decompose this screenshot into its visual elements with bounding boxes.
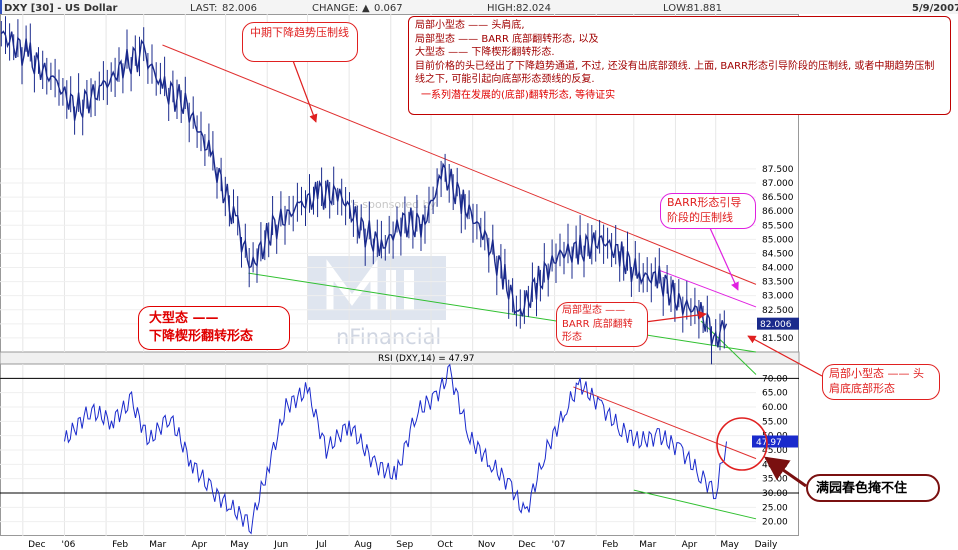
annotation-barr-lead-text: BARR形态引导阶段的压制线	[667, 196, 742, 224]
annotation-top-box: 局部小型态 —— 头肩底, 局部型态 —— BARR 底部翻转形态, 以及 大型…	[408, 16, 951, 115]
x-tick-label-8: Aug	[354, 540, 372, 550]
x-tick-label-7: Jul	[315, 540, 327, 550]
price-y-tick-8: 85.500	[762, 221, 794, 231]
annotation-local-pattern: 局部型态 —— BARR 底部翻转形态	[556, 302, 648, 347]
x-tick-label-18: Daily	[755, 540, 778, 550]
header-last-label: LAST:	[190, 3, 217, 14]
annotation-barr-lead: BARR形态引导阶段的压制线	[660, 193, 756, 229]
annotation-top-line-4: 目前价格的头已经出了下降趋势通道, 不过, 还没有出底部颈线. 上面, BARR…	[415, 60, 935, 86]
trendline-rsi-support	[633, 489, 757, 520]
rsi-y-tick-9: 65.00	[762, 389, 788, 399]
annotation-top-line-2: 局部型态 —— BARR 底部翻转形态, 以及	[415, 33, 599, 45]
x-tick-label-14: Feb	[602, 540, 618, 550]
price-y-tick-4: 83.500	[762, 278, 794, 288]
rsi-y-tick-7: 55.00	[762, 417, 788, 427]
x-tick-label-17: May	[720, 540, 739, 550]
rsi-y-tick-8: 60.00	[762, 403, 788, 413]
header-change-arrow: ▲	[362, 3, 370, 14]
x-tick-label-2: Feb	[112, 540, 128, 550]
x-tick-label-13: '07	[552, 540, 566, 550]
price-y-tick-2: 82.500	[762, 306, 794, 316]
x-tick-label-15: Mar	[639, 540, 656, 550]
header-change-label: CHANGE:	[312, 3, 358, 14]
annotation-big-pattern-line1: 大型态 ——	[149, 311, 219, 326]
header-symbol: DXY [30] - US Dollar	[4, 3, 117, 14]
rsi-last-value-label: 47.97	[756, 438, 782, 448]
trendline-local-support	[700, 320, 757, 375]
x-tick-label-11: Nov	[478, 540, 496, 550]
price-y-tick-7: 85.000	[762, 235, 794, 245]
header-high-label: HIGH:	[487, 3, 516, 14]
x-tick-label-5: May	[230, 540, 249, 550]
x-tick-label-4: Apr	[192, 540, 208, 550]
annotation-big-pattern-line2: 下降楔形翻转形态	[149, 328, 254, 344]
header-change-value: 0.067	[374, 3, 403, 14]
price-y-tick-6: 84.500	[762, 249, 794, 259]
annotation-top-line-5: 一系列潜在发展的(底部)翻转形态, 等待证实	[421, 89, 616, 101]
annotation-top-line-3: 大型态 —— 下降楔形翻转形态.	[415, 47, 555, 58]
price-y-tick-11: 87.000	[762, 179, 794, 189]
price-y-tick-5: 84.000	[762, 264, 794, 274]
rsi-y-tick-3: 35.00	[762, 475, 788, 485]
watermark-text: 's sponsored by	[350, 198, 437, 211]
x-tick-label-10: Oct	[437, 540, 453, 550]
annotation-rsi-note-text: 满园春色掩不住	[816, 481, 908, 496]
annotation-local-small-text: 局部小型态 —— 头肩底底部形态	[829, 367, 924, 395]
price-y-tick-12: 87.500	[762, 165, 794, 175]
x-tick-label-6: Jun	[273, 540, 288, 550]
header-low-label: LOW:	[663, 3, 689, 14]
price-last-value-label: 82.006	[760, 320, 792, 330]
mid-trend-arrow	[291, 57, 318, 123]
x-tick-label-16: Apr	[682, 540, 698, 550]
annotation-local-small: 局部小型态 —— 头肩底底部形态	[822, 364, 940, 400]
annotation-mid-trend-text: 中期下降趋势压制线	[250, 26, 349, 39]
annotation-rsi-note: 满园春色掩不住	[806, 474, 940, 502]
header-date: 5/9/2007	[912, 3, 958, 14]
header-low-value: 81.881	[687, 3, 722, 14]
annotation-local-pattern-text: 局部型态 —— BARR 底部翻转形态	[562, 305, 633, 343]
x-tick-label-3: Mar	[149, 540, 166, 550]
price-y-tick-9: 86.000	[762, 207, 794, 217]
x-tick-label-9: Sep	[396, 540, 413, 550]
rsi-y-tick-10: 70.00	[762, 374, 788, 384]
annotation-mid-trend: 中期下降趋势压制线	[242, 22, 358, 62]
price-y-tick-3: 83.000	[762, 292, 794, 302]
annotation-big-pattern: 大型态 —— 下降楔形翻转形态	[138, 306, 290, 350]
rsi-series-line	[64, 363, 727, 535]
price-y-tick-10: 86.500	[762, 193, 794, 203]
watermark-logo	[308, 256, 446, 320]
price-y-tick-0: 81.500	[762, 334, 794, 344]
rsi-y-tick-1: 25.00	[762, 503, 788, 513]
x-tick-label-1: '06	[61, 540, 75, 550]
annotation-top-line-1: 局部小型态 —— 头肩底,	[415, 20, 525, 31]
rsi-y-tick-0: 20.00	[762, 518, 788, 528]
header-high-value: 82.024	[516, 3, 551, 14]
barr-lead-arrow	[709, 227, 739, 291]
rsi-title: RSI (DXY,14) = 47.97	[378, 354, 474, 364]
header-bar	[0, 0, 958, 14]
x-tick-label-0: Dec	[28, 540, 45, 550]
header-last-value: 82.006	[222, 3, 257, 14]
watermark-brand: nFinancial	[336, 325, 441, 349]
x-tick-label-12: Dec	[518, 540, 535, 550]
rsi-y-tick-2: 30.00	[762, 489, 788, 499]
